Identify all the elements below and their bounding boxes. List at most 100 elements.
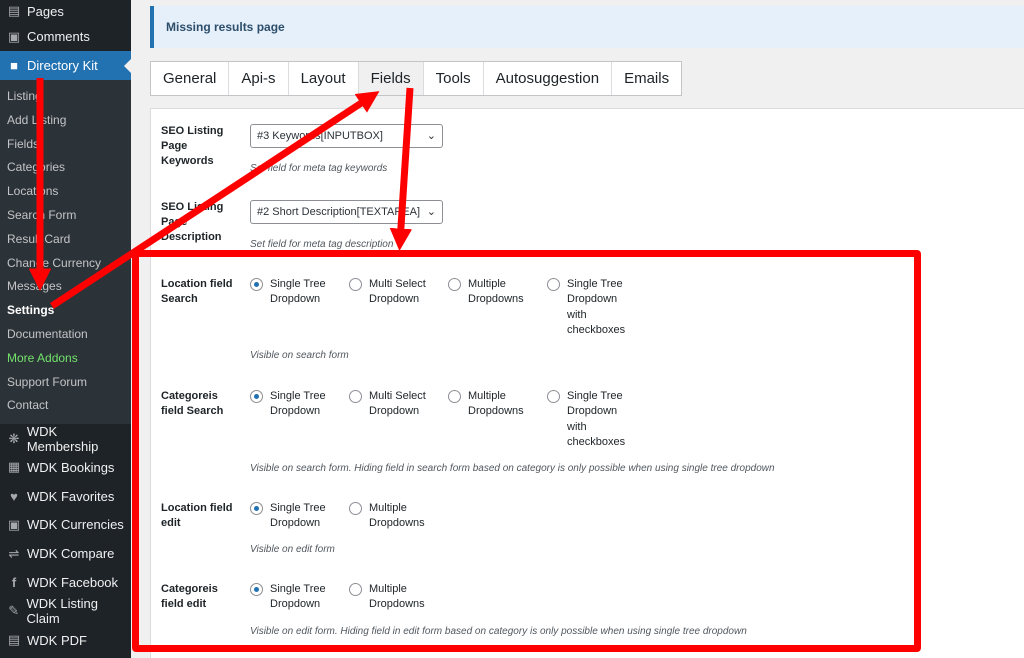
submenu-item-result-card[interactable]: Result Card [0,228,131,252]
tab-tools[interactable]: Tools [423,62,484,95]
facebook-icon: f [11,575,17,591]
menu-wdk-compare[interactable]: ⇌ WDK Compare [0,539,131,568]
seo-keywords-label: SEO Listing Page Keywords [161,125,224,167]
submenu-item-categories[interactable]: Categories [0,156,131,180]
categories-search-label: Categoreis field Search [161,390,224,417]
location-edit-desc: Visible on edit form [250,544,335,555]
chevron-down-icon: ⌄ [426,130,436,142]
seo-keywords-value: #3 Keywords[INPUTBOX] [257,130,383,142]
submenu-item-search-form[interactable]: Search Form [0,204,131,228]
categories-edit-label: Categoreis field edit [161,583,218,610]
directory-kit-submenu: Listing Add Listing Fields Categories Lo… [0,80,131,425]
chevron-down-icon: ⌄ [426,206,436,218]
radio-icon [448,278,461,291]
tab-emails[interactable]: Emails [612,62,682,95]
menu-directory-kit-label: Directory Kit [27,58,98,73]
option-label: Multiple Dropdowns [369,502,425,530]
document-icon: ▤ [7,632,21,648]
option-label: Single Tree Dropdown [270,390,326,418]
seo-keywords-select[interactable]: #3 Keywords[INPUTBOX] ⌄ [250,124,443,148]
menu-wdk-facebook[interactable]: f WDK Facebook [0,568,131,597]
location-edit-label: Location field edit [161,502,233,529]
edit-page-icon: ✎ [8,603,20,619]
fields-settings-panel: SEO Listing Page Keywords #3 Keywords[IN… [150,108,1024,658]
menu-label: WDK Facebook [27,575,119,591]
menu-wdk-listing-claim[interactable]: ✎ WDK Listing Claim [0,596,131,627]
menu-label: WDK Listing Claim [26,596,98,627]
submenu-item-change-currency[interactable]: Change Currency [0,252,131,276]
radio-icon [547,390,560,403]
location-search-option-single-tree-checkboxes[interactable]: Single Tree Dropdown with checkboxes [547,277,629,338]
submenu-item-documentation[interactable]: Documentation [0,323,131,347]
menu-wdk-currencies[interactable]: ▣ WDK Currencies [0,511,131,540]
categories-edit-option-single-tree[interactable]: Single Tree Dropdown [250,582,330,613]
submenu-item-listing[interactable]: Listing [0,85,131,109]
submenu-item-settings[interactable]: Settings [0,299,131,323]
submenu-item-add-listing[interactable]: Add Listing [0,109,131,133]
menu-wdk-favorites[interactable]: ♥ WDK Favorites [0,482,131,511]
menu-wdk-bookings[interactable]: ▦ WDK Bookings [0,453,131,482]
seo-description-label: SEO Listing Page Description [161,201,224,243]
seo-description-select[interactable]: #2 Short Description[TEXTAREA] ⌄ [250,200,443,224]
menu-directory-kit[interactable]: ■ Directory Kit [0,51,131,80]
tab-autosuggestion[interactable]: Autosuggestion [483,62,613,95]
membership-icon: ❋ [8,430,20,446]
tab-general[interactable]: General [151,62,230,95]
categories-search-option-multiple[interactable]: Multiple Dropdowns [448,389,536,420]
categories-edit-desc: Visible on edit form. Hiding field in ed… [250,626,747,637]
submenu-item-support-forum[interactable]: Support Forum [0,371,131,395]
money-icon: ▣ [7,516,21,532]
option-label: Multi Select Dropdown [369,390,426,418]
menu-label: WDK Currencies [27,517,124,533]
menu-wdk-pdf[interactable]: ▤ WDK PDF [0,626,131,655]
location-search-option-single-tree[interactable]: Single Tree Dropdown [250,277,330,308]
location-search-option-multi-select[interactable]: Multi Select Dropdown [349,277,437,308]
notice-text: Missing results page [166,20,285,34]
submenu-item-contact[interactable]: Contact [0,394,131,418]
radio-icon [448,390,461,403]
submenu-item-locations[interactable]: Locations [0,180,131,204]
menu-comments[interactable]: ▣ Comments [0,22,131,51]
seo-keywords-desc: Set field for meta tag keywords [250,163,388,174]
radio-icon [547,278,560,291]
notice-missing-results: Missing results page [150,6,1024,48]
categories-search-option-single-tree-checkboxes[interactable]: Single Tree Dropdown with checkboxes [547,389,629,450]
radio-icon [349,390,362,403]
categories-search-option-single-tree[interactable]: Single Tree Dropdown [250,389,330,420]
heart-icon: ♥ [10,488,18,504]
location-search-option-multiple[interactable]: Multiple Dropdowns [448,277,536,308]
location-edit-option-multiple[interactable]: Multiple Dropdowns [349,501,437,532]
calendar-icon: ▦ [7,459,21,475]
menu-label: WDK Favorites [27,488,115,504]
radio-checked-icon [250,390,263,403]
option-label: Multiple Dropdowns [468,390,524,418]
categories-edit-option-multiple[interactable]: Multiple Dropdowns [349,582,437,613]
location-edit-option-single-tree[interactable]: Single Tree Dropdown [250,501,330,532]
menu-comments-label: Comments [27,29,90,44]
settings-tabs: General Api-s Layout Fields Tools Autosu… [150,61,683,96]
submenu-item-messages[interactable]: Messages [0,275,131,299]
option-label: Single Tree Dropdown with checkboxes [567,390,626,448]
location-search-desc: Visible on search form [250,350,349,361]
radio-icon [349,502,362,515]
radio-icon [349,278,362,291]
radio-icon [349,583,362,596]
tab-api-s[interactable]: Api-s [229,62,289,95]
pages-icon: ▤ [7,3,21,18]
menu-pages-label: Pages [27,3,64,19]
option-label: Multiple Dropdowns [369,583,425,611]
shuffle-icon: ⇌ [8,545,20,561]
folder-icon: ■ [10,58,18,73]
tab-fields[interactable]: Fields [358,62,424,95]
menu-label: WDK Bookings [27,459,115,475]
tab-layout[interactable]: Layout [288,62,359,95]
submenu-item-fields[interactable]: Fields [0,133,131,157]
option-label: Multiple Dropdowns [468,278,524,306]
radio-checked-icon [250,278,263,291]
option-label: Single Tree Dropdown [270,583,326,611]
categories-search-option-multi-select[interactable]: Multi Select Dropdown [349,389,437,420]
menu-pages[interactable]: ▤ Pages [0,0,131,22]
submenu-item-more-addons[interactable]: More Addons [0,347,131,371]
option-label: Single Tree Dropdown [270,502,326,530]
menu-wdk-membership[interactable]: ❋ WDK Membership [0,424,131,454]
